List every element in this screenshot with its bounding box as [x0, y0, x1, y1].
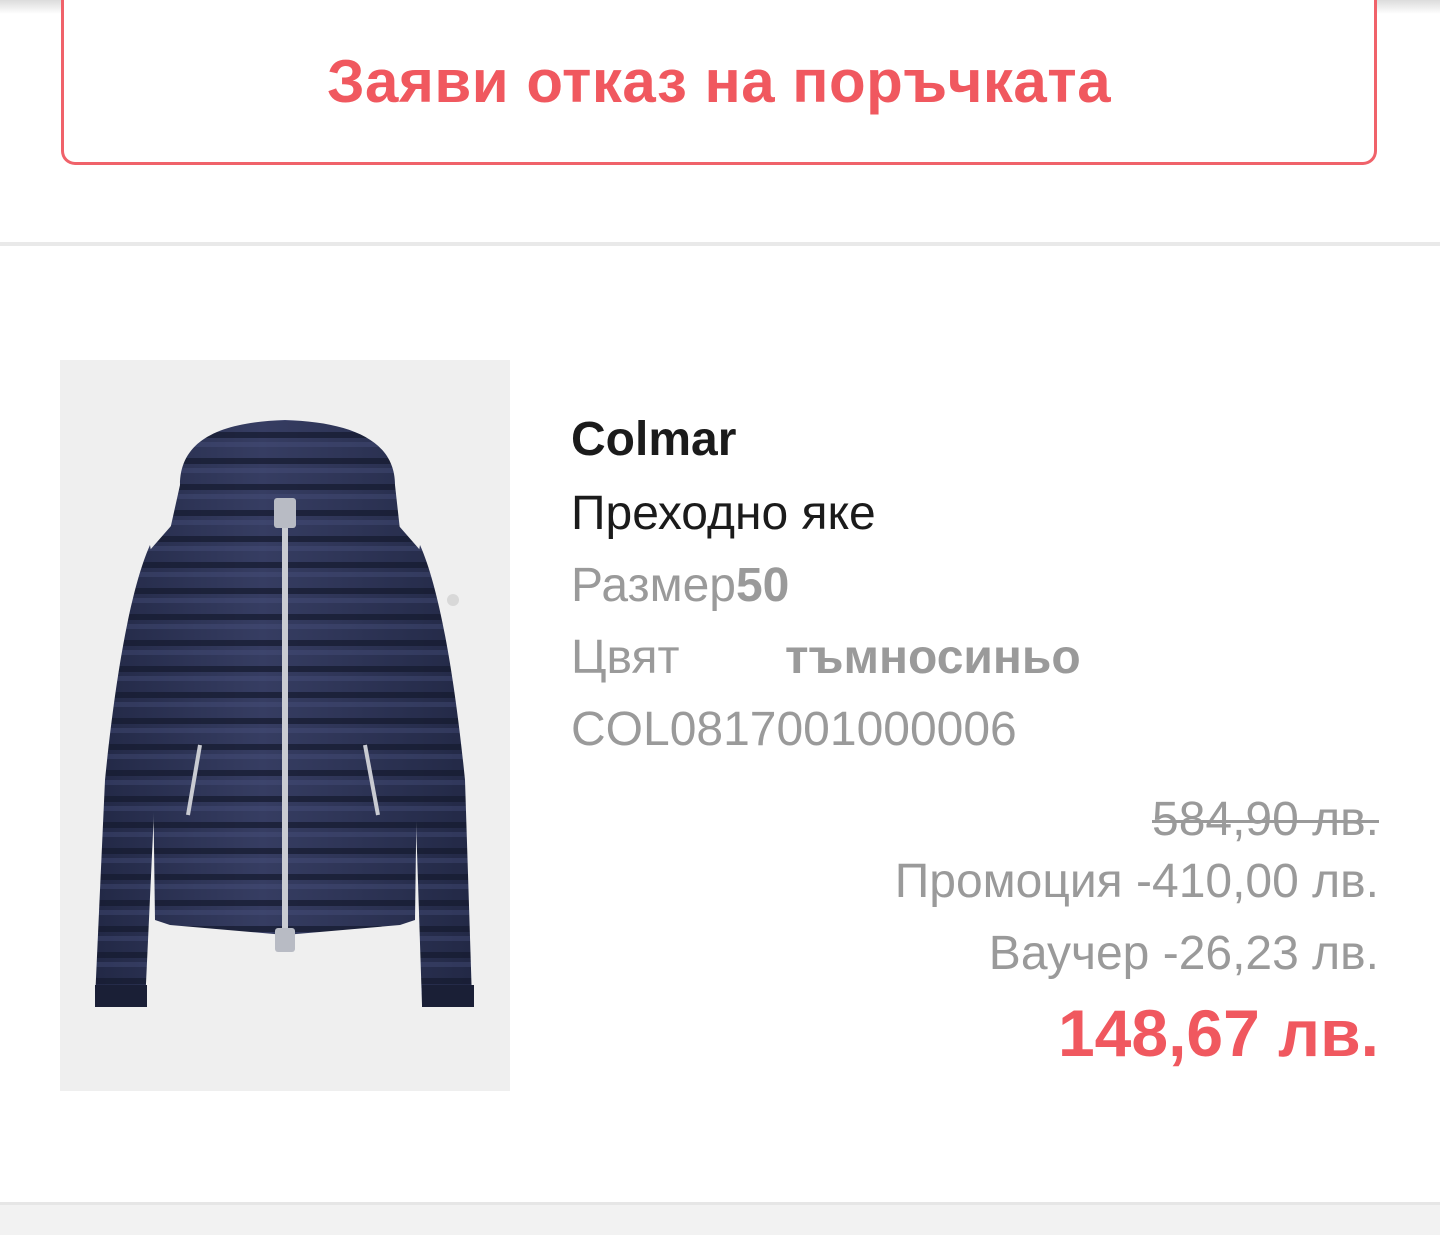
promotion-row: Промоция -410,00 лв.	[571, 846, 1379, 918]
price-block: 584,90 лв. Промоция -410,00 лв. Ваучер -…	[571, 794, 1379, 1076]
product-name[interactable]: Преходно яке	[571, 484, 876, 544]
size-value: 50	[735, 559, 790, 612]
voucher-label: Ваучер	[988, 927, 1150, 980]
section-divider	[0, 242, 1440, 246]
promotion-value: -410,00 лв.	[1136, 855, 1379, 908]
original-price: 584,90 лв.	[1152, 793, 1379, 846]
color-label: Цвят	[571, 631, 680, 684]
size-row: Размер50	[571, 556, 789, 616]
product-brand[interactable]: Colmar	[571, 410, 736, 470]
voucher-value: -26,23 лв.	[1162, 927, 1379, 980]
color-value: тъмносиньо	[785, 631, 1081, 684]
voucher-row: Ваучер -26,23 лв.	[571, 918, 1379, 990]
bottom-divider	[0, 1202, 1440, 1235]
color-row: Цвят тъмносиньо	[571, 628, 1081, 688]
product-sku: COL0817001000006	[571, 703, 1017, 756]
cancel-order-label: Заяви отказ на поръчката	[326, 47, 1112, 115]
product-image[interactable]	[60, 360, 510, 1091]
promotion-label: Промоция	[894, 855, 1123, 908]
cancel-order-button[interactable]: Заяви отказ на поръчката	[61, 0, 1377, 165]
size-label: Размер	[571, 559, 736, 612]
jacket-illustration	[95, 420, 474, 1007]
final-price: 148,67 лв.	[1057, 996, 1379, 1070]
